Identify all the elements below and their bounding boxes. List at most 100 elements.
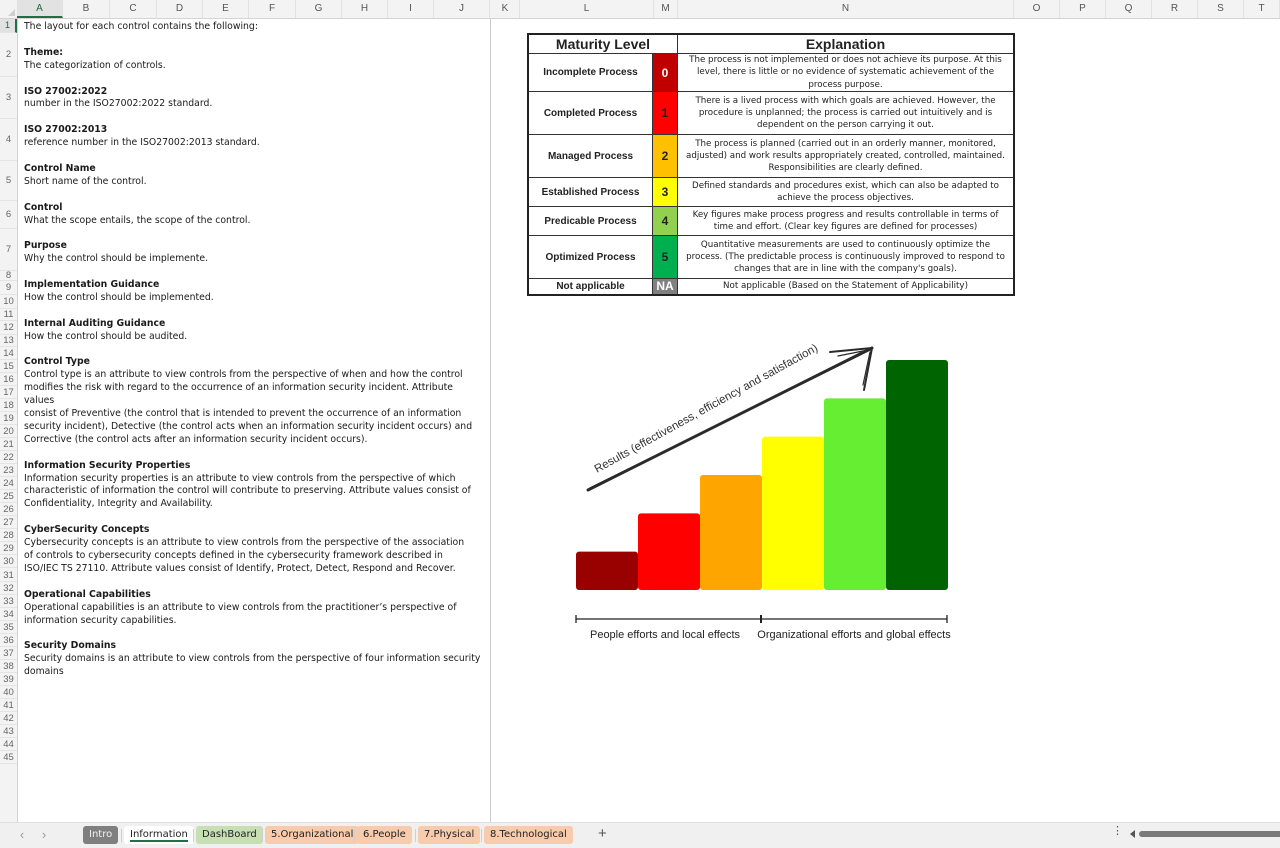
- row-header-24[interactable]: 24: [0, 477, 17, 491]
- row-header-5[interactable]: 5: [0, 161, 17, 201]
- row-header-12[interactable]: 12: [0, 321, 17, 335]
- section-heading: Theme:: [24, 46, 63, 58]
- sheet-tab-7-physical[interactable]: 7.Physical: [418, 826, 481, 844]
- scroll-left-icon[interactable]: [1130, 830, 1135, 838]
- column-header-h[interactable]: H: [342, 0, 388, 18]
- column-header-d[interactable]: D: [157, 0, 203, 18]
- row-header-41[interactable]: 41: [0, 699, 17, 712]
- row-header-21[interactable]: 21: [0, 438, 17, 452]
- column-header-e[interactable]: E: [203, 0, 249, 18]
- row-header-2[interactable]: 2: [0, 33, 17, 77]
- maturity-explanation: There is a lived process with which goal…: [677, 91, 1015, 135]
- row-header-7[interactable]: 7: [0, 229, 17, 271]
- row-header-40[interactable]: 40: [0, 686, 17, 699]
- row-header-30[interactable]: 30: [0, 555, 17, 569]
- column-header-t[interactable]: T: [1244, 0, 1280, 18]
- horizontal-scrollbar[interactable]: [1139, 831, 1280, 837]
- sheet-tab-5-organizational[interactable]: 5.Organizational: [265, 826, 360, 844]
- sheet-tab-information[interactable]: Information: [124, 826, 194, 844]
- explanation-line: Quantitative measurements are used to co…: [700, 239, 991, 250]
- column-header-n[interactable]: N: [678, 0, 1014, 18]
- sheet-tab-label: DashBoard: [202, 829, 257, 840]
- more-options-icon[interactable]: ⋮: [1112, 826, 1123, 837]
- row-header-20[interactable]: 20: [0, 425, 17, 439]
- explanation-line: process purpose.: [808, 79, 883, 90]
- row-header-23[interactable]: 23: [0, 464, 17, 478]
- row-header-19[interactable]: 19: [0, 412, 17, 426]
- row-header-16[interactable]: 16: [0, 373, 17, 387]
- row-header-22[interactable]: 22: [0, 451, 17, 465]
- row-header-25[interactable]: 25: [0, 490, 17, 504]
- row-header-35[interactable]: 35: [0, 621, 17, 634]
- sheet-tab-6-people[interactable]: 6.People: [357, 826, 412, 844]
- row-header-39[interactable]: 39: [0, 673, 17, 686]
- row-header-34[interactable]: 34: [0, 608, 17, 621]
- maturity-row: Established Process 3 Defined standards an…: [527, 177, 1015, 207]
- sheet-tab-intro[interactable]: Intro: [83, 826, 119, 844]
- column-header-m[interactable]: M: [654, 0, 678, 18]
- column-header-r[interactable]: R: [1152, 0, 1198, 18]
- section-heading: ISO 27002:2022: [24, 85, 108, 97]
- row-header-4[interactable]: 4: [0, 119, 17, 161]
- effects-bracket: [575, 615, 948, 623]
- row-header-3[interactable]: 3: [0, 77, 17, 119]
- column-header-l[interactable]: L: [520, 0, 654, 18]
- tab-separator: [121, 829, 122, 842]
- column-header-j[interactable]: J: [434, 0, 490, 18]
- add-sheet-icon[interactable]: +: [598, 825, 607, 842]
- column-header-a[interactable]: A: [17, 0, 63, 18]
- maturity-staircase-chart: Results (effectiveness, efficiency and s…: [575, 342, 951, 641]
- row-header-38[interactable]: 38: [0, 660, 17, 673]
- column-header-o[interactable]: O: [1014, 0, 1060, 18]
- next-sheet-icon[interactable]: ›: [37, 827, 51, 842]
- row-header-36[interactable]: 36: [0, 634, 17, 647]
- row-header-45[interactable]: 45: [0, 751, 17, 764]
- section-body-line: Confidentiality, Integrity and Availabil…: [24, 498, 213, 510]
- prev-sheet-icon[interactable]: ‹: [15, 827, 29, 842]
- section-body-line: ISO/IEC TS 27110. Attribute values consi…: [24, 562, 456, 574]
- column-header-i[interactable]: I: [388, 0, 434, 18]
- row-header-9[interactable]: 9: [0, 281, 17, 295]
- sheet-tab-dashboard[interactable]: DashBoard: [196, 826, 263, 844]
- row-header-31[interactable]: 31: [0, 569, 17, 582]
- explanation-line: The process is not implemented or does n…: [689, 55, 1002, 66]
- row-header-6[interactable]: 6: [0, 201, 17, 229]
- column-header-p[interactable]: P: [1060, 0, 1106, 18]
- row-header-10[interactable]: 10: [0, 295, 17, 309]
- column-header-c[interactable]: C: [110, 0, 157, 18]
- maturity-explanation: Defined standards and procedures exist, …: [677, 177, 1015, 207]
- row-header-29[interactable]: 29: [0, 542, 17, 556]
- column-header-q[interactable]: Q: [1106, 0, 1152, 18]
- row-header-17[interactable]: 17: [0, 386, 17, 400]
- row-header-27[interactable]: 27: [0, 516, 17, 530]
- row-header-28[interactable]: 28: [0, 529, 17, 543]
- section-body-line: How the control should be implemented.: [24, 291, 214, 303]
- maturity-row: Optimized Process 5 Quantitative measureme…: [527, 235, 1015, 279]
- row-header-42[interactable]: 42: [0, 712, 17, 725]
- row-header-26[interactable]: 26: [0, 503, 17, 517]
- row-header-14[interactable]: 14: [0, 347, 17, 360]
- row-header-33[interactable]: 33: [0, 595, 17, 608]
- row-header-8[interactable]: 8: [0, 271, 17, 281]
- column-header-b[interactable]: B: [63, 0, 110, 18]
- row-header-32[interactable]: 32: [0, 582, 17, 595]
- column-header-g[interactable]: G: [296, 0, 342, 18]
- row-header-43[interactable]: 43: [0, 725, 17, 738]
- row-header-18[interactable]: 18: [0, 399, 17, 413]
- bar-level-3: [762, 436, 824, 590]
- freeze-pane-divider[interactable]: [490, 19, 491, 822]
- row-header-44[interactable]: 44: [0, 738, 17, 751]
- row-header-13[interactable]: 13: [0, 335, 17, 347]
- bar-level-0: [576, 551, 638, 590]
- row-header-15[interactable]: 15: [0, 360, 17, 374]
- column-header-f[interactable]: F: [249, 0, 296, 18]
- section-heading: Purpose: [24, 240, 67, 252]
- column-header-k[interactable]: K: [491, 0, 520, 18]
- column-header-s[interactable]: S: [1198, 0, 1244, 18]
- row-header-37[interactable]: 37: [0, 647, 17, 660]
- select-all-corner[interactable]: [0, 0, 18, 18]
- row-header-11[interactable]: 11: [0, 309, 17, 321]
- sheet-tab-8-technological[interactable]: 8.Technological: [484, 826, 573, 844]
- row-header-1[interactable]: 1: [0, 19, 17, 33]
